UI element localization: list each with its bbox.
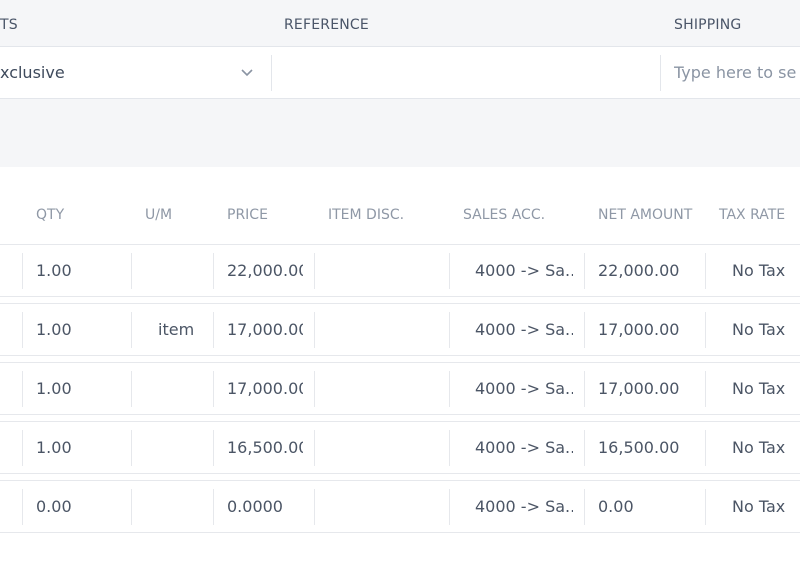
cell-divider: [213, 430, 214, 466]
cell-divider: [22, 489, 23, 525]
field-divider: [660, 55, 661, 91]
cell-divider: [449, 430, 450, 466]
cell-divider: [22, 253, 23, 289]
qty-cell[interactable]: 0.00: [36, 481, 72, 532]
net-amount-cell: 17,000.00: [598, 320, 680, 339]
cell-divider: [584, 489, 585, 525]
net-amount-cell: 16,500.00: [598, 438, 680, 457]
shipping-input[interactable]: Type here to se: [674, 47, 800, 98]
cell-divider: [314, 430, 315, 466]
table-row[interactable]: 1.00 16,500.00 4000 -> Sa... 16,500.00 N…: [0, 421, 800, 474]
cell-divider: [213, 489, 214, 525]
cell-divider: [22, 371, 23, 407]
chevron-down-icon[interactable]: [241, 47, 253, 98]
accounts-header: TS: [0, 17, 18, 33]
tax-rate-cell[interactable]: No Tax: [732, 422, 785, 473]
col-header-net-amount: NET AMOUNT: [598, 207, 693, 223]
sales-acc-cell[interactable]: 4000 -> Sa...: [475, 481, 573, 532]
cell-divider: [213, 312, 214, 348]
cell-divider: [584, 371, 585, 407]
price-cell[interactable]: 22,000.00: [227, 245, 303, 296]
table-row[interactable]: 0.00 0.0000 4000 -> Sa... 0.00 No Tax: [0, 480, 800, 533]
cell-divider: [314, 489, 315, 525]
price-cell[interactable]: 16,500.00: [227, 422, 303, 473]
qty-cell[interactable]: 1.00: [36, 245, 72, 296]
um-cell[interactable]: item: [158, 304, 194, 355]
table-row[interactable]: 1.00 22,000.00 4000 -> Sa... 22,000.00 N…: [0, 244, 800, 297]
tax-rate-cell[interactable]: No Tax: [732, 481, 785, 532]
cell-divider: [314, 312, 315, 348]
cell-divider: [705, 371, 706, 407]
cell-divider: [449, 253, 450, 289]
price-cell[interactable]: 0.0000: [227, 481, 303, 532]
cell-divider: [705, 430, 706, 466]
col-header-tax-rate: TAX RATE: [719, 207, 786, 223]
cell-divider: [449, 371, 450, 407]
price-cell[interactable]: 17,000.00: [227, 363, 303, 414]
cell-divider: [22, 430, 23, 466]
net-amount-cell: 0.00: [598, 497, 634, 516]
form-fields-row: xclusive Type here to se: [0, 46, 800, 99]
sales-acc-cell[interactable]: 4000 -> Sa...: [475, 363, 573, 414]
cell-divider: [213, 371, 214, 407]
table-row[interactable]: 1.00 item 17,000.00 4000 -> Sa... 17,000…: [0, 303, 800, 356]
col-header-um: U/M: [145, 207, 173, 223]
table-row[interactable]: 1.00 17,000.00 4000 -> Sa... 17,000.00 N…: [0, 362, 800, 415]
qty-cell[interactable]: 1.00: [36, 363, 72, 414]
cell-divider: [705, 253, 706, 289]
cell-divider: [449, 489, 450, 525]
shipping-header: SHIPPING: [674, 17, 742, 33]
tax-rate-cell[interactable]: No Tax: [732, 363, 785, 414]
cell-divider: [314, 371, 315, 407]
cell-divider: [213, 253, 214, 289]
cell-divider: [705, 312, 706, 348]
reference-input[interactable]: [272, 47, 660, 98]
tax-mode-value: xclusive: [0, 63, 65, 82]
sales-acc-cell[interactable]: 4000 -> Sa...: [475, 304, 573, 355]
col-header-sales-acc: SALES ACC.: [463, 207, 546, 223]
reference-header: REFERENCE: [284, 17, 369, 33]
sales-acc-cell[interactable]: 4000 -> Sa...: [475, 245, 573, 296]
cell-divider: [584, 312, 585, 348]
cell-divider: [584, 430, 585, 466]
cell-divider: [449, 312, 450, 348]
qty-cell[interactable]: 1.00: [36, 304, 72, 355]
sales-acc-cell[interactable]: 4000 -> Sa...: [475, 422, 573, 473]
cell-divider: [131, 489, 132, 525]
price-cell[interactable]: 17,000.00: [227, 304, 303, 355]
col-header-item-disc: ITEM DISC.: [328, 207, 405, 223]
cell-divider: [131, 371, 132, 407]
tax-rate-cell[interactable]: No Tax: [732, 245, 785, 296]
cell-divider: [131, 430, 132, 466]
col-header-price: PRICE: [227, 207, 268, 223]
qty-cell[interactable]: 1.00: [36, 422, 72, 473]
net-amount-cell: 22,000.00: [598, 261, 680, 280]
col-header-qty: QTY: [36, 207, 65, 223]
tax-rate-cell[interactable]: No Tax: [732, 304, 785, 355]
cell-divider: [314, 253, 315, 289]
cell-divider: [131, 312, 132, 348]
cell-divider: [584, 253, 585, 289]
shipping-placeholder: Type here to se: [674, 63, 797, 82]
net-amount-cell: 17,000.00: [598, 379, 680, 398]
tax-mode-select[interactable]: xclusive: [0, 47, 262, 98]
cell-divider: [705, 489, 706, 525]
cell-divider: [131, 253, 132, 289]
cell-divider: [22, 312, 23, 348]
